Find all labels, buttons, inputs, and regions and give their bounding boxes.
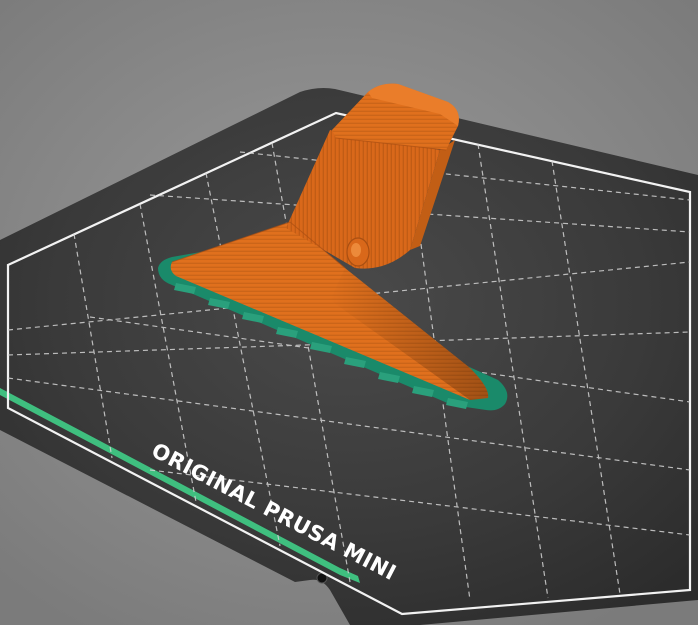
3d-viewport[interactable]: ORIGINAL PRUSA MINI bbox=[0, 0, 698, 625]
model-hinge-highlight bbox=[351, 243, 361, 257]
scene-canvas[interactable]: ORIGINAL PRUSA MINI bbox=[0, 0, 698, 625]
